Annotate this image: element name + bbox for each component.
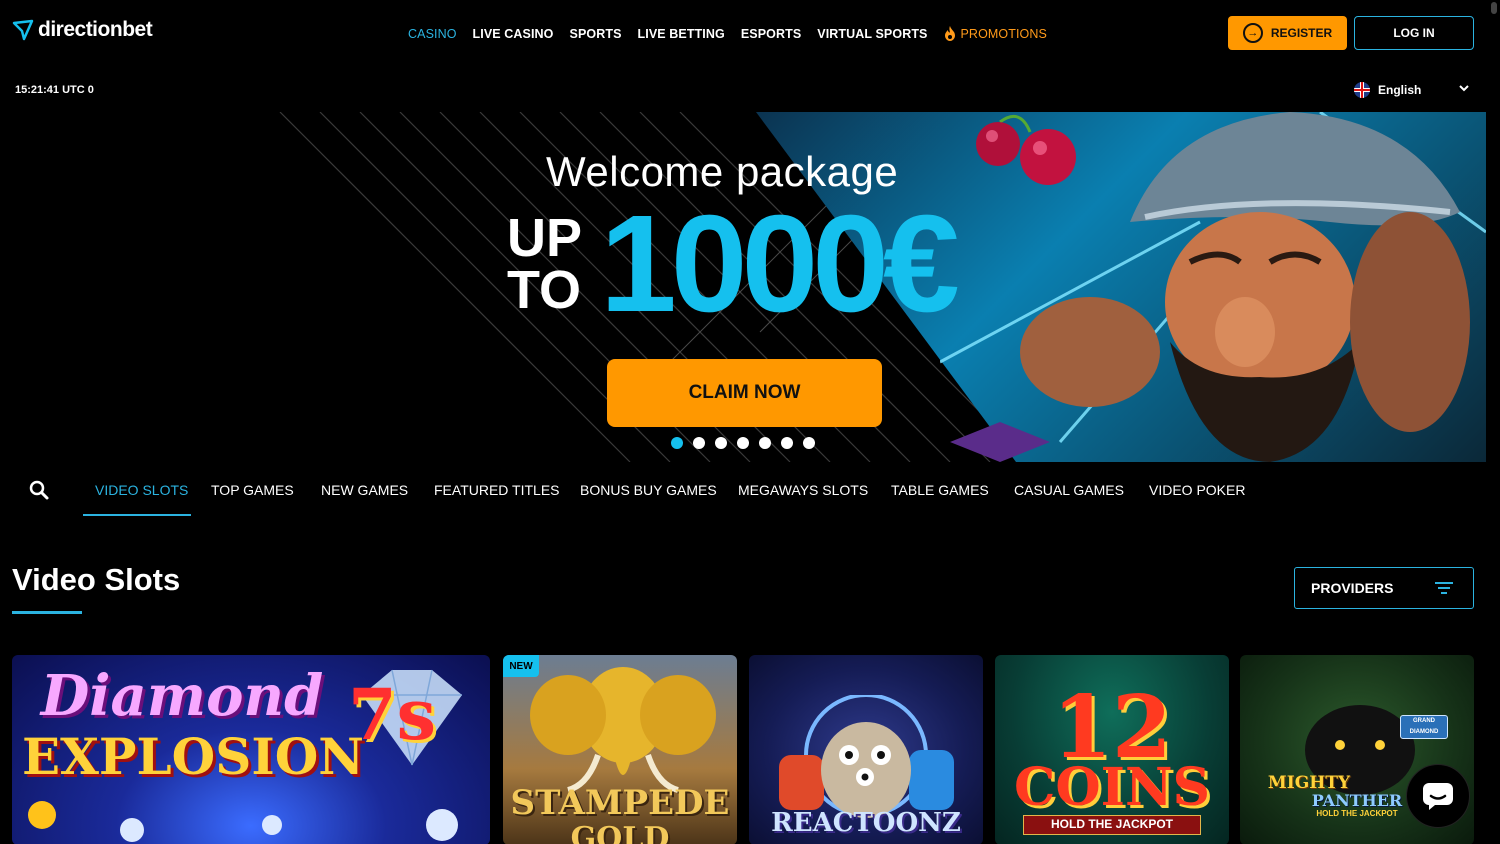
game-title-line1: REACTOONZ (771, 808, 961, 838)
nav-item-live-betting[interactable]: LIVE BETTING (638, 27, 725, 41)
providers-label: PROVIDERS (1311, 580, 1394, 596)
nav-item-virtual-sports[interactable]: VIRTUAL SPORTS (817, 27, 927, 41)
section-title-underline (12, 611, 82, 614)
tab-video-slots[interactable]: VIDEO SLOTS (95, 482, 188, 498)
carousel-dot[interactable] (671, 437, 683, 449)
register-label: REGISTER (1270, 26, 1333, 40)
nav-item-casino[interactable]: CASINO (408, 27, 457, 41)
main-nav: CASINO LIVE CASINO SPORTS LIVE BETTING E… (408, 26, 1047, 41)
nav-item-live-casino[interactable]: LIVE CASINO (473, 27, 554, 41)
carousel-dots (671, 437, 815, 449)
cherries-icon (976, 114, 1076, 185)
game-tile-stampede-gold[interactable]: STAMPEDE GOLD NEW (503, 655, 737, 844)
coins-decoration (28, 801, 458, 842)
game-tile-diamond-explosion[interactable]: Diamond EXPLOSION 7s (12, 655, 490, 844)
claim-now-button[interactable]: CLAIM NOW (607, 359, 882, 427)
game-title-line1: Diamond (40, 663, 324, 729)
section-title: Video Slots (12, 562, 181, 597)
new-badge: NEW (503, 655, 539, 677)
filter-icon (1435, 582, 1453, 594)
tab-casual-games[interactable]: CASUAL GAMES (1014, 482, 1124, 498)
game-title-line2: COINS (1013, 757, 1211, 818)
elephant-illustration (530, 667, 716, 793)
game-title-line1: MIGHTY (1267, 773, 1351, 793)
language-selector[interactable]: English (1354, 80, 1472, 100)
tab-table-games[interactable]: TABLE GAMES (891, 482, 989, 498)
tab-top-games[interactable]: TOP GAMES (211, 482, 294, 498)
brand-logo[interactable]: directionbet (12, 18, 153, 42)
tab-bonus-buy-games[interactable]: BONUS BUY GAMES (580, 482, 717, 498)
grand-diamond-badge: GRAND DIAMOND (1400, 715, 1448, 739)
nav-item-sports[interactable]: SPORTS (570, 27, 622, 41)
uk-flag-icon (1354, 82, 1370, 98)
game-title-line1: STAMPEDE (510, 783, 730, 823)
carousel-dot[interactable] (693, 437, 705, 449)
game-tile-12-coins[interactable]: 12 COINS HOLD THE JACKPOT (995, 655, 1229, 844)
live-chat-button[interactable] (1406, 764, 1470, 828)
hero-character-illustration (940, 112, 1486, 462)
game-subtitle: HOLD THE JACKPOT (1050, 817, 1173, 831)
game-tile-reactoonz[interactable]: REACTOONZ (749, 655, 983, 844)
login-button[interactable]: LOG IN (1354, 16, 1474, 50)
banner-prefix: UP TO (507, 208, 583, 320)
tab-video-poker[interactable]: VIDEO POKER (1149, 482, 1245, 498)
logo-text: directionbet (38, 18, 153, 41)
tab-featured-titles[interactable]: FEATURED TITLES (434, 482, 560, 498)
tab-megaways-slots[interactable]: MEGAWAYS SLOTS (738, 482, 868, 498)
category-tabs: VIDEO SLOTS TOP GAMES NEW GAMES FEATURED… (0, 462, 1500, 518)
active-tab-indicator (83, 514, 191, 516)
tab-new-games[interactable]: NEW GAMES (321, 482, 408, 498)
carousel-dot[interactable] (715, 437, 727, 449)
carousel-dot[interactable] (803, 437, 815, 449)
nav-item-promotions[interactable]: PROMOTIONS (944, 26, 1047, 41)
logo-arrow-icon (12, 19, 34, 41)
fire-icon (944, 26, 955, 41)
promotions-label: PROMOTIONS (960, 26, 1047, 41)
banner-prefix-line1: UP (507, 208, 583, 268)
search-icon[interactable] (28, 479, 50, 501)
alien-character-illustration (779, 695, 954, 818)
game-title-line2: GOLD (570, 821, 670, 844)
banner-prefix-line2: TO (507, 260, 582, 320)
carousel-dot[interactable] (759, 437, 771, 449)
server-clock: 15:21:41 UTC 0 (15, 84, 94, 96)
top-header: directionbet CASINO LIVE CASINO SPORTS L… (0, 0, 1500, 68)
game-title-line2: EXPLOSION (22, 727, 364, 786)
carousel-dot[interactable] (781, 437, 793, 449)
promo-banner[interactable]: Welcome package UP TO 1000€ CLAIM NOW (0, 112, 1486, 462)
nav-item-esports[interactable]: ESPORTS (741, 27, 801, 41)
game-title-badge: 7s (347, 673, 437, 756)
providers-filter-button[interactable]: PROVIDERS (1294, 567, 1474, 609)
carousel-dot[interactable] (737, 437, 749, 449)
banner-amount: 1000€ (600, 187, 960, 341)
arrow-right-icon: → (1242, 23, 1263, 43)
chat-icon (1423, 783, 1453, 810)
chevron-down-icon (1459, 85, 1469, 92)
language-label: English (1378, 83, 1422, 97)
register-button[interactable]: → REGISTER (1228, 16, 1347, 50)
